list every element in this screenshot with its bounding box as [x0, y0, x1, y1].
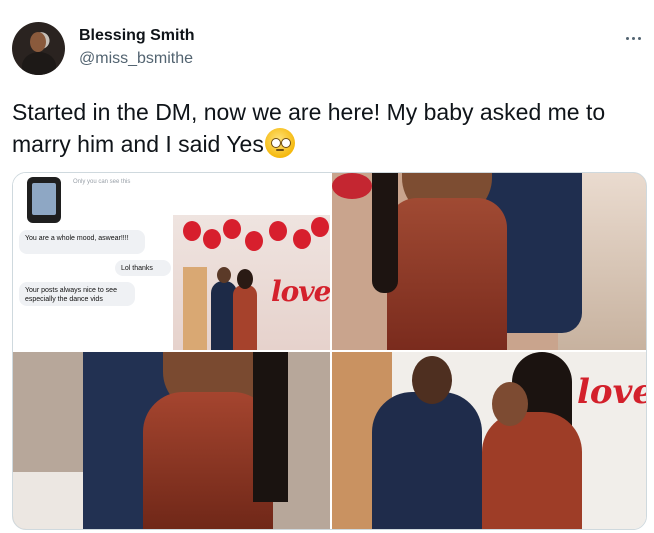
- media-image-4[interactable]: love: [332, 352, 647, 529]
- media-image-3[interactable]: [13, 352, 330, 529]
- love-sign: love: [271, 275, 330, 308]
- dm-message: You are a whole mood, aswear!!!!: [19, 230, 145, 254]
- avatar-body: [22, 52, 56, 75]
- door: [183, 267, 207, 350]
- dot: [637, 36, 641, 40]
- balloon: [269, 221, 287, 241]
- tweet-text: Started in the DM, now we are here! My b…: [12, 97, 642, 160]
- balloon: [293, 229, 311, 249]
- balloon: [311, 217, 329, 237]
- couple-photo: love: [173, 215, 330, 350]
- man-suit: [372, 392, 482, 529]
- dm-screenshot: Only you can see this You are a whole mo…: [13, 173, 173, 350]
- balloon: [332, 173, 372, 199]
- woman-hair: [253, 352, 288, 502]
- avatar[interactable]: [12, 22, 65, 75]
- balloon: [245, 231, 263, 251]
- avatar-face: [30, 32, 46, 52]
- balloon: [223, 219, 241, 239]
- man-head: [412, 356, 452, 404]
- balloon: [183, 221, 201, 241]
- media-image-2[interactable]: [332, 173, 646, 350]
- media-image-1[interactable]: Only you can see this You are a whole mo…: [13, 173, 330, 350]
- author-handle[interactable]: @miss_bsmithe: [79, 50, 193, 68]
- dm-message: Your posts always nice to see especially…: [19, 282, 135, 306]
- woman-dress: [482, 412, 582, 529]
- woman-dress: [387, 198, 507, 350]
- dm-seen-note: Only you can see this: [73, 179, 131, 185]
- woman: [233, 269, 257, 350]
- dm-message: Lol thanks: [115, 260, 171, 276]
- dot: [625, 36, 629, 40]
- dm-photo-thumbnail: [27, 177, 61, 223]
- author-name[interactable]: Blessing Smith: [79, 27, 195, 45]
- media-grid: Only you can see this You are a whole mo…: [12, 172, 647, 530]
- woman-hair: [372, 173, 398, 293]
- tweet-body: Started in the DM, now we are here! My b…: [12, 99, 606, 157]
- tweet-card: Blessing Smith @miss_bsmithe Started in …: [0, 0, 654, 533]
- balloon: [203, 229, 221, 249]
- pleading-face-icon: [264, 128, 295, 158]
- floor: [13, 472, 93, 529]
- more-options-icon[interactable]: [622, 28, 644, 48]
- love-sign: love: [577, 372, 647, 412]
- dot: [631, 36, 635, 40]
- woman-face: [492, 382, 528, 426]
